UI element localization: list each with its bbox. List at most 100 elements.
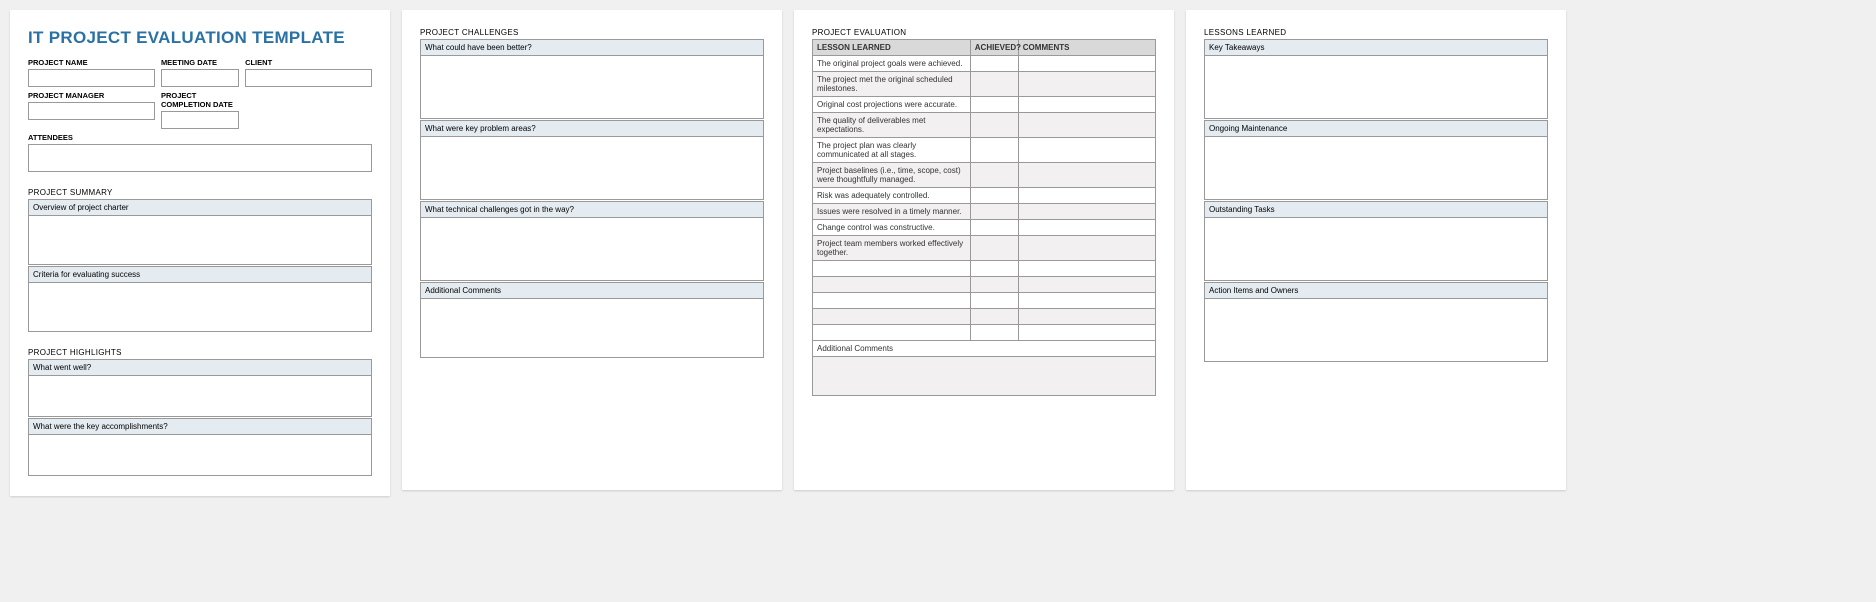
cell-achieved[interactable] bbox=[970, 325, 1018, 341]
cell-lesson[interactable] bbox=[813, 277, 971, 293]
cell-lesson[interactable]: Original cost projections were accurate. bbox=[813, 97, 971, 113]
input-additional-comments-p3[interactable] bbox=[812, 357, 1156, 396]
cell-achieved[interactable] bbox=[970, 309, 1018, 325]
cell-achieved[interactable] bbox=[970, 261, 1018, 277]
stack-project-challenges: What could have been better? What were k… bbox=[420, 39, 764, 358]
cell-comments[interactable] bbox=[1018, 277, 1155, 293]
field-client: CLIENT bbox=[245, 58, 372, 87]
cell-achieved[interactable] bbox=[970, 113, 1018, 138]
cell-comments[interactable] bbox=[1018, 113, 1155, 138]
input-project-manager[interactable] bbox=[28, 102, 155, 120]
cell-comments[interactable] bbox=[1018, 220, 1155, 236]
cell-comments[interactable] bbox=[1018, 293, 1155, 309]
body-action-items[interactable] bbox=[1205, 299, 1547, 361]
header-key-takeaways: Key Takeaways bbox=[1205, 40, 1547, 56]
label-additional-comments-p3: Additional Comments bbox=[812, 341, 1156, 357]
block-outstanding-tasks: Outstanding Tasks bbox=[1204, 201, 1548, 281]
field-meeting-date: MEETING DATE bbox=[161, 58, 239, 87]
cell-comments[interactable] bbox=[1018, 261, 1155, 277]
cell-comments[interactable] bbox=[1018, 309, 1155, 325]
cell-lesson[interactable]: The quality of deliverables met expectat… bbox=[813, 113, 971, 138]
body-outstanding-tasks[interactable] bbox=[1205, 218, 1547, 280]
cell-lesson[interactable]: Issues were resolved in a timely manner. bbox=[813, 204, 971, 220]
cell-achieved[interactable] bbox=[970, 188, 1018, 204]
cell-achieved[interactable] bbox=[970, 204, 1018, 220]
body-ongoing-maintenance[interactable] bbox=[1205, 137, 1547, 199]
cell-comments[interactable] bbox=[1018, 163, 1155, 188]
body-key-problems[interactable] bbox=[421, 137, 763, 199]
cell-comments[interactable] bbox=[1018, 204, 1155, 220]
heading-project-challenges: PROJECT CHALLENGES bbox=[420, 28, 764, 37]
table-row: The quality of deliverables met expectat… bbox=[813, 113, 1156, 138]
cell-lesson[interactable]: The project plan was clearly communicate… bbox=[813, 138, 971, 163]
cell-comments[interactable] bbox=[1018, 138, 1155, 163]
body-went-well[interactable] bbox=[29, 376, 371, 416]
input-client[interactable] bbox=[245, 69, 372, 87]
block-ongoing-maintenance: Ongoing Maintenance bbox=[1204, 120, 1548, 200]
cell-lesson[interactable] bbox=[813, 293, 971, 309]
input-completion-date[interactable] bbox=[161, 111, 239, 129]
header-criteria-success: Criteria for evaluating success bbox=[29, 267, 371, 283]
table-row bbox=[813, 261, 1156, 277]
cell-lesson[interactable]: Change control was constructive. bbox=[813, 220, 971, 236]
cell-achieved[interactable] bbox=[970, 220, 1018, 236]
table-row bbox=[813, 293, 1156, 309]
table-row: The project met the original scheduled m… bbox=[813, 72, 1156, 97]
evaluation-table: LESSON LEARNED ACHIEVED? COMMENTS The or… bbox=[812, 39, 1156, 341]
block-key-problems: What were key problem areas? bbox=[420, 120, 764, 200]
cell-achieved[interactable] bbox=[970, 163, 1018, 188]
table-row: The original project goals were achieved… bbox=[813, 56, 1156, 72]
field-row-2: PROJECT MANAGER PROJECT COMPLETION DATE bbox=[28, 91, 372, 129]
cell-achieved[interactable] bbox=[970, 293, 1018, 309]
label-client: CLIENT bbox=[245, 58, 372, 67]
body-overview-charter[interactable] bbox=[29, 216, 371, 264]
cell-achieved[interactable] bbox=[970, 97, 1018, 113]
body-tech-challenges[interactable] bbox=[421, 218, 763, 280]
heading-project-evaluation: PROJECT EVALUATION bbox=[812, 28, 1156, 37]
table-row bbox=[813, 277, 1156, 293]
header-key-problems: What were key problem areas? bbox=[421, 121, 763, 137]
cell-lesson[interactable]: The original project goals were achieved… bbox=[813, 56, 971, 72]
table-row: Issues were resolved in a timely manner. bbox=[813, 204, 1156, 220]
cell-comments[interactable] bbox=[1018, 97, 1155, 113]
body-key-accomplishments[interactable] bbox=[29, 435, 371, 475]
cell-achieved[interactable] bbox=[970, 56, 1018, 72]
header-overview-charter: Overview of project charter bbox=[29, 200, 371, 216]
header-key-accomplishments: What were the key accomplishments? bbox=[29, 419, 371, 435]
header-tech-challenges: What technical challenges got in the way… bbox=[421, 202, 763, 218]
cell-lesson[interactable] bbox=[813, 261, 971, 277]
cell-lesson[interactable] bbox=[813, 325, 971, 341]
cell-lesson[interactable]: The project met the original scheduled m… bbox=[813, 72, 971, 97]
stack-project-summary: Overview of project charter Criteria for… bbox=[28, 199, 372, 332]
cell-lesson[interactable]: Project baselines (i.e., time, scope, co… bbox=[813, 163, 971, 188]
cell-achieved[interactable] bbox=[970, 72, 1018, 97]
input-attendees[interactable] bbox=[28, 144, 372, 172]
block-key-accomplishments: What were the key accomplishments? bbox=[28, 418, 372, 476]
table-row: Project team members worked effectively … bbox=[813, 236, 1156, 261]
cell-comments[interactable] bbox=[1018, 72, 1155, 97]
cell-comments[interactable] bbox=[1018, 236, 1155, 261]
cell-lesson[interactable]: Risk was adequately controlled. bbox=[813, 188, 971, 204]
cell-lesson[interactable]: Project team members worked effectively … bbox=[813, 236, 971, 261]
table-row: Change control was constructive. bbox=[813, 220, 1156, 236]
cell-comments[interactable] bbox=[1018, 188, 1155, 204]
body-additional-comments-p2[interactable] bbox=[421, 299, 763, 357]
cell-achieved[interactable] bbox=[970, 277, 1018, 293]
input-meeting-date[interactable] bbox=[161, 69, 239, 87]
th-achieved: ACHIEVED? bbox=[970, 40, 1018, 56]
table-row: Original cost projections were accurate. bbox=[813, 97, 1156, 113]
stack-project-highlights: What went well? What were the key accomp… bbox=[28, 359, 372, 476]
body-key-takeaways[interactable] bbox=[1205, 56, 1547, 118]
body-criteria-success[interactable] bbox=[29, 283, 371, 331]
cell-achieved[interactable] bbox=[970, 138, 1018, 163]
cell-comments[interactable] bbox=[1018, 56, 1155, 72]
header-went-well: What went well? bbox=[29, 360, 371, 376]
cell-achieved[interactable] bbox=[970, 236, 1018, 261]
input-project-name[interactable] bbox=[28, 69, 155, 87]
field-completion-date: PROJECT COMPLETION DATE bbox=[161, 91, 239, 129]
field-spacer bbox=[245, 91, 372, 129]
body-could-better[interactable] bbox=[421, 56, 763, 118]
cell-lesson[interactable] bbox=[813, 309, 971, 325]
cell-comments[interactable] bbox=[1018, 325, 1155, 341]
table-row: Risk was adequately controlled. bbox=[813, 188, 1156, 204]
